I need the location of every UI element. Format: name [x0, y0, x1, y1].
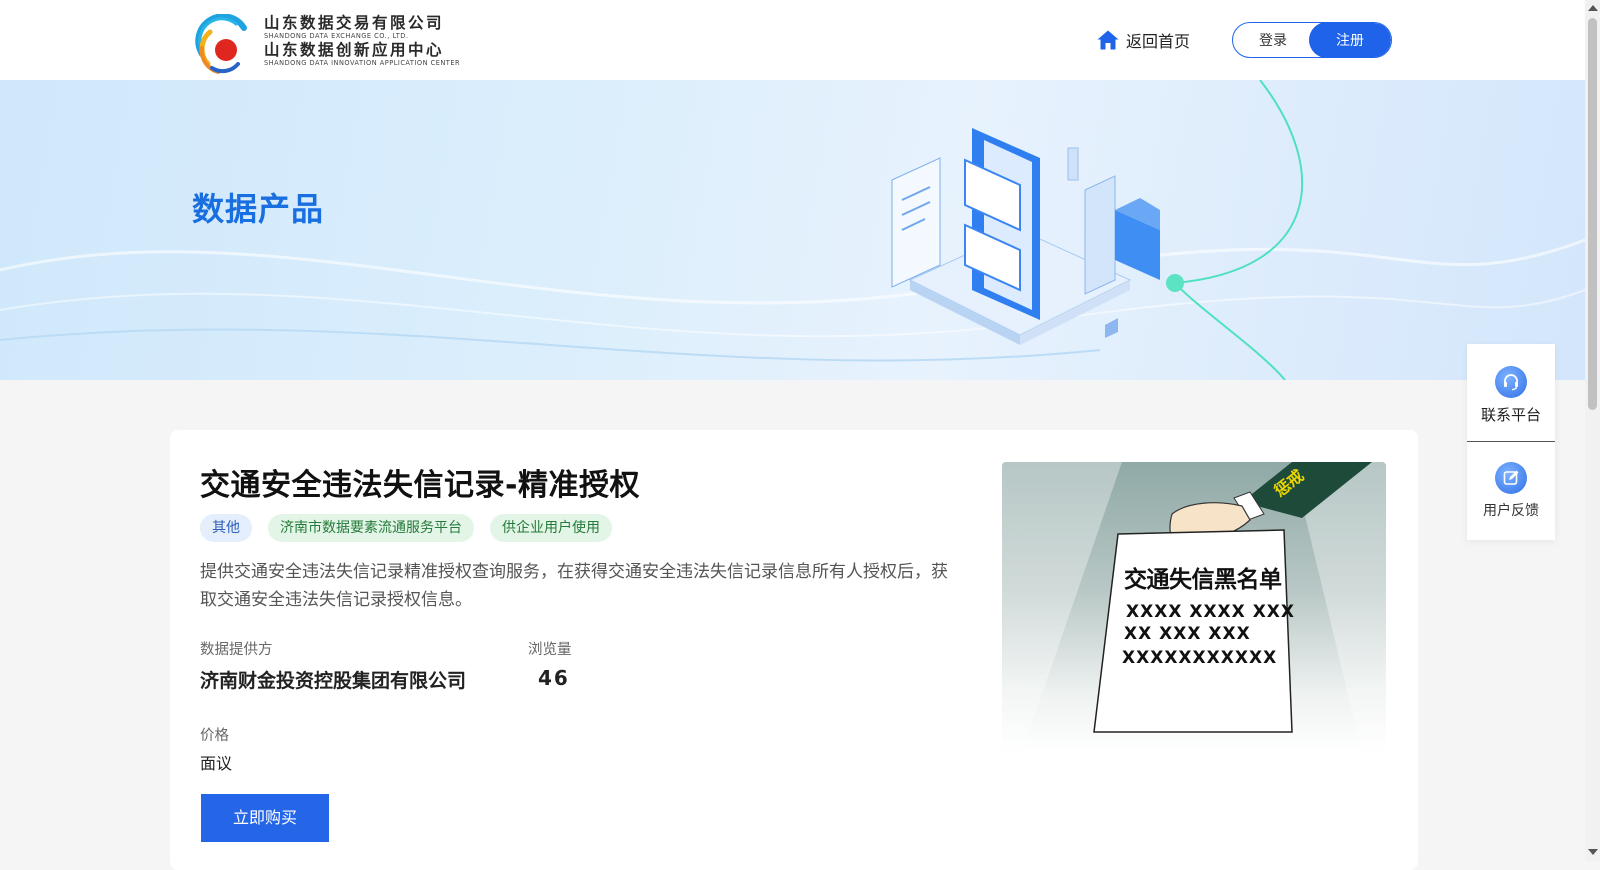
logo-name-cn: 山东数据交易有限公司 [264, 14, 445, 32]
scroll-up-arrow-icon[interactable] [1588, 5, 1598, 11]
floating-service-panel: 联系平台 用户反馈 [1467, 344, 1555, 540]
price-label: 价格 [200, 728, 229, 744]
tag-category: 其他 [200, 514, 252, 542]
tag-audience: 供企业用户使用 [490, 514, 612, 542]
views-value: 46 [538, 666, 570, 690]
product-image: 惩戒 交通失信黑名单 XXXX XXXX XXX XX XXX XXX XXXX… [1002, 462, 1386, 752]
company-logo[interactable]: 山东数据交易有限公司 SHANDONG DATA EXCHANGE CO., L… [192, 12, 462, 78]
logo-name-en: SHANDONG DATA EXCHANGE CO., LTD. [264, 32, 409, 40]
sheet-title: 交通失信黑名单 [1124, 567, 1282, 593]
logo-center-en: SHANDONG DATA INNOVATION APPLICATION CEN… [264, 59, 461, 67]
sheet-line: XXXXXXXXXXX [1122, 648, 1278, 668]
edit-icon [1495, 462, 1527, 494]
page-banner: 数据产品 [0, 80, 1585, 380]
sheet-line: XX XXX XXX [1124, 624, 1251, 644]
top-header: 山东数据交易有限公司 SHANDONG DATA EXCHANGE CO., L… [0, 0, 1585, 80]
contact-platform-label: 联系平台 [1480, 406, 1541, 424]
product-description: 提供交通安全违法失信记录精准授权查询服务，在获得交通安全违法失信记录信息所有人授… [200, 562, 948, 610]
page-scrollbar[interactable] [1585, 0, 1600, 861]
product-tags: 其他 济南市数据要素流通服务平台 供企业用户使用 [200, 514, 612, 542]
banner-illustration [0, 80, 1585, 380]
user-feedback-label: 用户反馈 [1483, 503, 1539, 519]
sheet-line: XXXX XXXX XXX [1126, 602, 1296, 622]
provider-value: 济南财金投资控股集团有限公司 [200, 670, 467, 692]
home-link-label: 返回首页 [1126, 32, 1191, 51]
register-button[interactable]: 注册 [1309, 23, 1391, 57]
product-card: 交通安全违法失信记录-精准授权 其他 济南市数据要素流通服务平台 供企业用户使用… [170, 430, 1418, 870]
scroll-down-arrow-icon[interactable] [1588, 849, 1598, 855]
page-title: 数据产品 [192, 190, 325, 228]
tag-platform: 济南市数据要素流通服务平台 [268, 514, 474, 542]
buy-now-button[interactable]: 立即购买 [201, 794, 329, 842]
price-value: 面议 [200, 754, 233, 773]
auth-buttons: 登录 注册 [1232, 22, 1392, 58]
headset-icon [1495, 366, 1527, 398]
product-title: 交通安全违法失信记录-精准授权 [200, 468, 640, 503]
provider-label: 数据提供方 [200, 642, 273, 658]
logo-mark-icon [195, 14, 247, 74]
user-feedback-button[interactable]: 用户反馈 [1467, 462, 1555, 520]
home-icon [1097, 30, 1119, 50]
home-link[interactable]: 返回首页 [1096, 26, 1190, 54]
panel-divider [1467, 441, 1555, 442]
views-label: 浏览量 [528, 642, 572, 658]
logo-center-cn: 山东数据创新应用中心 [264, 41, 445, 59]
login-button[interactable]: 登录 [1233, 23, 1313, 57]
contact-platform-button[interactable]: 联系平台 [1467, 366, 1555, 425]
scrollbar-thumb[interactable] [1588, 18, 1597, 410]
